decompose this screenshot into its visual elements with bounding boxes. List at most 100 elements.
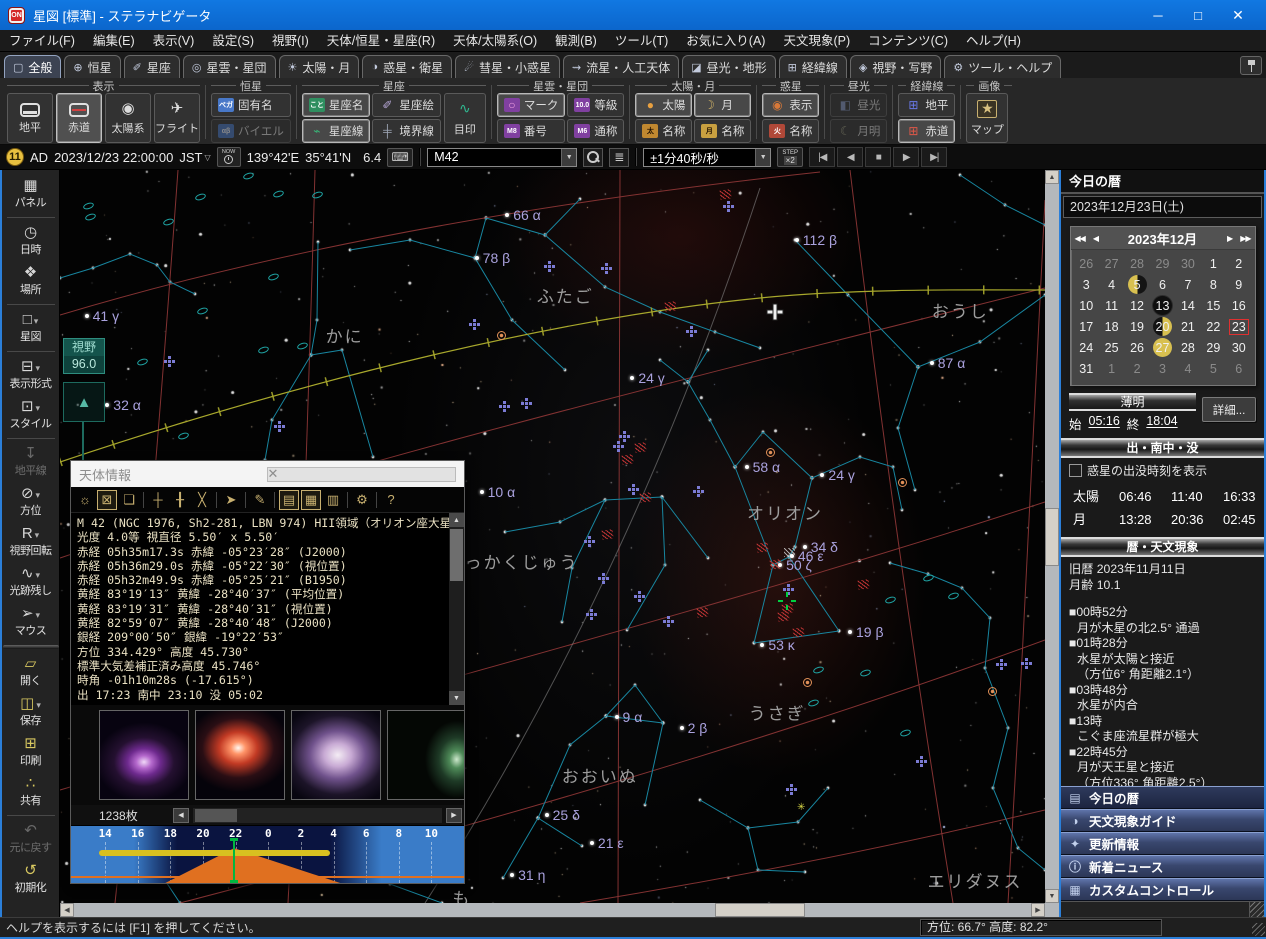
scroll-down-icon[interactable]: ▼ <box>1045 889 1059 903</box>
scroll-right-icon[interactable]: ▶ <box>1031 903 1045 917</box>
calendar-day[interactable]: 26 <box>1124 337 1149 358</box>
search-button[interactable] <box>583 148 603 167</box>
twilight-end-time[interactable]: 18:04 <box>1146 414 1177 433</box>
resize-grip-icon[interactable] <box>1250 902 1264 917</box>
calendar-day[interactable]: 3 <box>1074 274 1099 295</box>
sidebar-item[interactable]: ⊞印刷 <box>2 732 59 772</box>
play-button[interactable]: ▶ <box>893 147 919 167</box>
calendar-day[interactable]: 30 <box>1175 253 1200 274</box>
calendar-day[interactable]: 6 <box>1226 358 1251 379</box>
calendar-day[interactable]: 2 <box>1226 253 1251 274</box>
ribbon-button[interactable]: ☽月 <box>694 93 751 117</box>
prev-month-button[interactable]: ◀ <box>1089 234 1102 243</box>
menu-item[interactable]: 編集(E) <box>84 30 144 52</box>
pointer-icon[interactable]: ➤ <box>221 490 241 510</box>
calendar-day[interactable]: 18 <box>1099 316 1124 337</box>
sidebar-item[interactable]: ∿▾光跡残し <box>2 562 59 602</box>
calendar-day[interactable]: 20 <box>1150 316 1175 337</box>
calendar-day[interactable]: 9 <box>1226 274 1251 295</box>
minimize-button[interactable]: ─ <box>1138 0 1178 30</box>
calendar-day[interactable]: 1 <box>1201 253 1226 274</box>
calendar-day[interactable]: 13 <box>1150 295 1175 316</box>
menu-item[interactable]: コンテンツ(C) <box>859 30 957 52</box>
close-button[interactable]: ✕ <box>267 467 457 482</box>
menu-item[interactable]: ヘルプ(H) <box>957 30 1030 52</box>
calendar-day[interactable]: 28 <box>1175 337 1200 358</box>
menu-item[interactable]: 観測(B) <box>546 30 606 52</box>
ribbon-button[interactable]: ◧昼光 <box>830 93 887 117</box>
calendar-day[interactable]: 3 <box>1150 358 1175 379</box>
step-x2-button[interactable]: STEP×2 <box>777 147 803 167</box>
help-icon[interactable]: ? <box>381 490 401 510</box>
scroll-up-icon[interactable]: ▲ <box>449 513 464 527</box>
ribbon-button[interactable]: αβバイエル <box>211 119 291 143</box>
crosshair-off-icon[interactable]: ╳ <box>192 490 212 510</box>
calendar-day[interactable]: 4 <box>1175 358 1200 379</box>
object-info-titlebar[interactable]: 天体情報 ✕ <box>71 461 464 487</box>
scrollbar-thumb[interactable] <box>715 903 805 917</box>
pin-icon[interactable] <box>1240 56 1262 75</box>
tab[interactable]: ◪昼光・地形 <box>682 55 775 78</box>
object-photo-thumbnail[interactable] <box>195 710 285 800</box>
scroll-down-icon[interactable]: ▼ <box>449 691 464 705</box>
sidebar-item[interactable]: ◷日時 <box>2 221 59 261</box>
brightness-icon[interactable]: ☼ <box>75 490 95 510</box>
ribbon-button[interactable]: ペガ固有名 <box>211 93 291 117</box>
scroll-up-icon[interactable]: ▲ <box>1045 170 1059 184</box>
tab[interactable]: ✐星座 <box>124 55 180 78</box>
ribbon-button[interactable]: ✈フライト <box>154 93 200 143</box>
calendar-day[interactable]: 30 <box>1226 337 1251 358</box>
calendar-day[interactable]: 19 <box>1124 316 1149 337</box>
calendar-day[interactable]: 21 <box>1175 316 1200 337</box>
prev-year-button[interactable]: ◀◀ <box>1071 234 1089 243</box>
ribbon-button[interactable]: 地平 <box>7 93 53 143</box>
next-year-button[interactable]: ▶▶ <box>1236 234 1254 243</box>
menu-item[interactable]: 天文現象(P) <box>774 30 859 52</box>
scroll-left-icon[interactable]: ◀ <box>173 808 189 823</box>
object-list-button[interactable]: ≣ <box>609 148 629 167</box>
calendar-day[interactable]: 11 <box>1099 295 1124 316</box>
calendar-day[interactable]: 31 <box>1074 358 1099 379</box>
ribbon-button[interactable]: 太名称 <box>635 119 692 143</box>
edit-icon[interactable]: ✎ <box>250 490 270 510</box>
ribbon-button[interactable]: ◉表示 <box>762 93 819 117</box>
menu-item[interactable]: 天体/恒星・星座(R) <box>318 30 444 52</box>
tab[interactable]: ⊕恒星 <box>64 55 120 78</box>
nav-custom-control[interactable]: ▦カスタムコントロール <box>1061 878 1264 901</box>
panel-layout-icon[interactable]: ▥ <box>323 490 343 510</box>
calendar-day[interactable]: 8 <box>1201 274 1226 295</box>
object-photo-thumbnail[interactable] <box>99 710 189 800</box>
calendar-day[interactable]: 28 <box>1124 253 1149 274</box>
map-vertical-scrollbar[interactable]: ▲ ▼ <box>1045 170 1059 917</box>
tab[interactable]: ⚙ツール・ヘルプ <box>944 55 1061 78</box>
menu-item[interactable]: ツール(T) <box>606 30 677 52</box>
cascade-windows-icon[interactable]: ▤ <box>279 490 299 510</box>
calendar-day[interactable]: 12 <box>1124 295 1149 316</box>
sidebar-item[interactable]: ⊘▾方位 <box>2 482 59 522</box>
calendar-day[interactable]: 27 <box>1150 337 1175 358</box>
sidebar-item[interactable]: ➢▾マウス <box>2 602 59 642</box>
skip-end-button[interactable]: ▶| <box>921 147 947 167</box>
sidebar-item[interactable]: □▾星図 <box>2 308 59 348</box>
scroll-right-icon[interactable]: ▶ <box>446 808 462 823</box>
tab[interactable]: ◑惑星・衛星 <box>362 55 452 78</box>
calendar-day[interactable]: 23 <box>1226 316 1251 337</box>
ribbon-button[interactable]: M8番号 <box>497 119 566 143</box>
menu-item[interactable]: 視野(I) <box>263 30 318 52</box>
image-scrollbar[interactable] <box>193 808 442 823</box>
maximize-button[interactable]: □ <box>1178 0 1218 30</box>
object-info-scrollbar[interactable]: ▲ ▼ <box>449 513 464 705</box>
ribbon-button[interactable]: ⊞赤道 <box>898 119 955 143</box>
now-button[interactable]: NOW <box>217 147 241 167</box>
calendar-day[interactable]: 27 <box>1099 253 1124 274</box>
gear-icon[interactable]: ⚙ <box>352 490 372 510</box>
calendar-day[interactable]: 1 <box>1099 358 1124 379</box>
object-photo-thumbnail[interactable] <box>387 710 464 800</box>
datetime-field[interactable]: 2023/12/23 22:00:00 <box>54 150 173 165</box>
calendar-day[interactable]: 5 <box>1124 274 1149 295</box>
ribbon-button[interactable]: M6通称 <box>567 119 624 143</box>
nav-news[interactable]: ⓘ新着ニュース <box>1061 855 1264 878</box>
ribbon-button[interactable]: ★マップ <box>966 93 1008 143</box>
copy-object-icon[interactable]: ❏ <box>119 490 139 510</box>
sidebar-item[interactable]: ⊡▾スタイル <box>2 395 59 435</box>
